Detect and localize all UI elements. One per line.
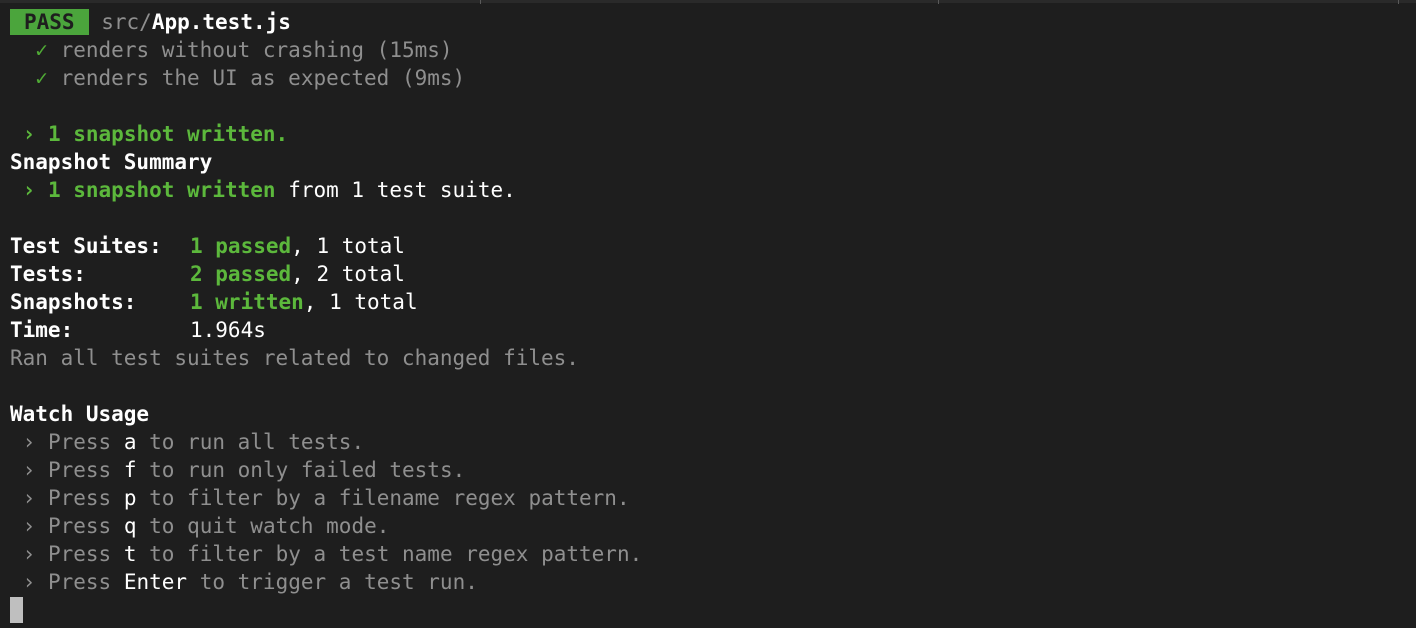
- tab-bar-edge: [0, 0, 1416, 3]
- watch-key: p: [123, 486, 137, 510]
- summary-label: Snapshots:: [10, 290, 137, 314]
- chevron-right-icon: ›: [22, 570, 36, 594]
- press-text: Press: [47, 430, 112, 454]
- chevron-right-icon: ›: [22, 514, 36, 538]
- chevron-right-icon: ›: [22, 178, 36, 202]
- watch-key: t: [123, 542, 137, 566]
- summary-label: Time:: [10, 318, 74, 342]
- test-result-row: ✓ renders without crashing (15ms): [10, 36, 1416, 64]
- summary-total: , 2 total: [291, 262, 405, 286]
- test-result-row: ✓ renders the UI as expected (9ms): [10, 64, 1416, 92]
- summary-tests: Tests: 2 passed, 2 total: [10, 260, 1416, 288]
- pass-badge: PASS: [10, 9, 89, 35]
- summary-time: Time: 1.964s: [10, 316, 1416, 344]
- watch-key: Enter: [123, 570, 188, 594]
- press-text: Press: [47, 514, 112, 538]
- press-text: Press: [47, 542, 112, 566]
- terminal-output: PASS src/App.test.js ✓ renders without c…: [10, 8, 1416, 596]
- summary-label: Test Suites:: [10, 234, 162, 258]
- watch-usage-item: › Press Enter to trigger a test run.: [10, 568, 1416, 596]
- check-icon: ✓: [35, 38, 48, 62]
- watch-action: to run all tests.: [149, 430, 365, 454]
- watch-action: to filter by a filename regex pattern.: [149, 486, 630, 510]
- watch-usage-item: › Press a to run all tests.: [10, 428, 1416, 456]
- watch-usage-item: › Press f to run only failed tests.: [10, 456, 1416, 484]
- press-text: Press: [47, 570, 112, 594]
- press-text: Press: [47, 486, 112, 510]
- watch-action: to run only failed tests.: [149, 458, 466, 482]
- summary-passed: 2 passed: [190, 262, 292, 286]
- chevron-right-icon: ›: [22, 486, 36, 510]
- summary-snapshots: Snapshots: 1 written, 1 total: [10, 288, 1416, 316]
- test-file-header: PASS src/App.test.js: [10, 8, 1416, 36]
- summary-test-suites: Test Suites: 1 passed, 1 total: [10, 232, 1416, 260]
- summary-total: , 1 total: [291, 234, 405, 258]
- watch-usage-title: Watch Usage: [10, 402, 150, 426]
- snapshot-written-text: 1 snapshot written.: [47, 122, 289, 146]
- watch-usage-item: › Press q to quit watch mode.: [10, 512, 1416, 540]
- chevron-right-icon: ›: [22, 430, 36, 454]
- watch-action: to quit watch mode.: [149, 514, 390, 538]
- tab-separator: [1398, 0, 1399, 4]
- ran-all-message: Ran all test suites related to changed f…: [10, 346, 579, 370]
- snapshot-summary-written: 1 snapshot written: [47, 178, 276, 202]
- terminal-cursor[interactable]: [10, 597, 23, 623]
- summary-time-value: 1.964s: [190, 318, 266, 342]
- summary-passed: 1 passed: [190, 234, 292, 258]
- test-result-text: renders the UI as expected (9ms): [60, 66, 466, 90]
- watch-action: to trigger a test run.: [199, 570, 478, 594]
- test-file-dir: src/: [101, 10, 152, 34]
- check-icon: ✓: [35, 66, 48, 90]
- watch-usage-item: › Press p to filter by a filename regex …: [10, 484, 1416, 512]
- watch-key: f: [123, 458, 137, 482]
- summary-label: Tests:: [10, 262, 86, 286]
- snapshot-summary-title: Snapshot Summary: [10, 150, 213, 174]
- snapshot-summary-line: › 1 snapshot written from 1 test suite.: [10, 176, 1416, 204]
- press-text: Press: [47, 458, 112, 482]
- summary-total: , 1 total: [303, 290, 418, 314]
- chevron-right-icon: ›: [22, 122, 36, 146]
- snapshot-summary-suffix: from 1 test suite.: [275, 178, 516, 202]
- watch-key: q: [123, 514, 137, 538]
- tab-separator: [480, 0, 481, 4]
- tab-separator: [938, 0, 939, 4]
- snapshot-written-line: › 1 snapshot written.: [10, 120, 1416, 148]
- chevron-right-icon: ›: [22, 542, 36, 566]
- summary-written: 1 written: [190, 290, 304, 314]
- test-result-text: renders without crashing (15ms): [60, 38, 453, 62]
- watch-action: to filter by a test name regex pattern.: [149, 542, 643, 566]
- chevron-right-icon: ›: [22, 458, 36, 482]
- watch-usage-item: › Press t to filter by a test name regex…: [10, 540, 1416, 568]
- test-file-name: App.test.js: [151, 10, 291, 34]
- watch-key: a: [123, 430, 137, 454]
